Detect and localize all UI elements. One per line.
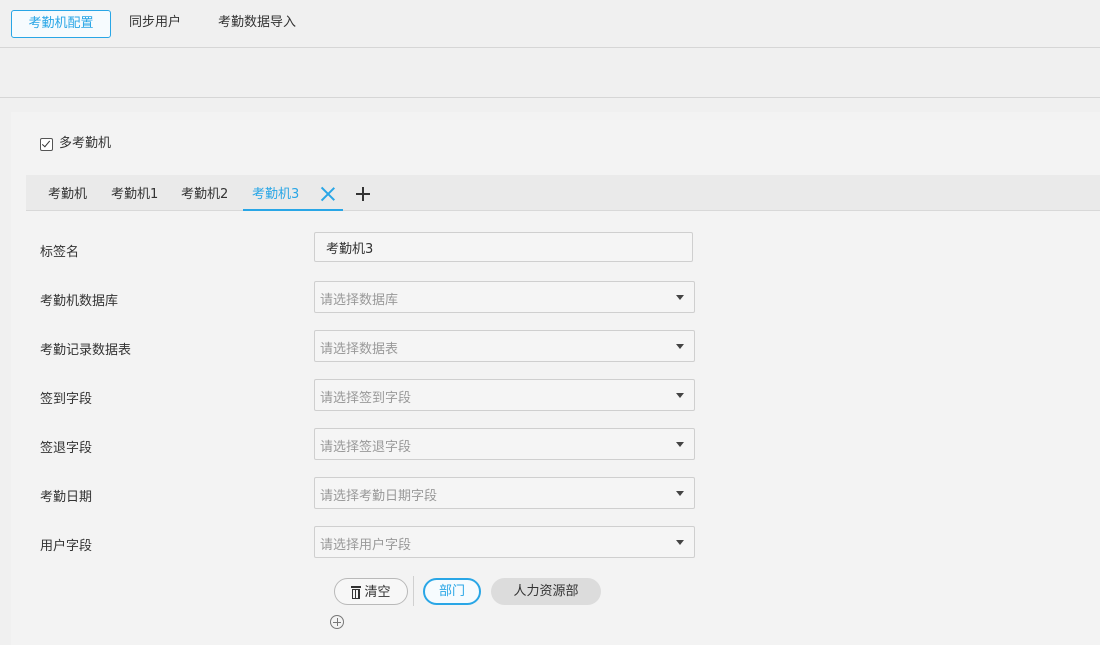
clear-label: 清空 <box>364 585 391 600</box>
table-placeholder: 请选择数据表 <box>320 342 399 357</box>
device-tabs: 考勤机 考勤机1 考勤机2 考勤机3 <box>26 175 1100 211</box>
add-circle-icon[interactable] <box>330 615 344 629</box>
caret-down-icon <box>676 442 684 447</box>
tab-sync-users[interactable]: 同步用户 <box>129 10 181 36</box>
caret-down-icon <box>676 295 684 300</box>
tag-name-label: 标签名 <box>40 245 80 260</box>
checkout-select[interactable]: 请选择签退字段 <box>314 428 695 460</box>
close-icon[interactable] <box>321 187 335 201</box>
device-tab-0[interactable]: 考勤机 <box>48 175 87 210</box>
date-label: 考勤日期 <box>40 490 93 505</box>
trash-icon <box>351 586 362 599</box>
multi-device-label: 多考勤机 <box>59 136 112 151</box>
divider <box>413 576 414 606</box>
checkin-label: 签到字段 <box>40 392 93 407</box>
caret-down-icon <box>676 344 684 349</box>
tag-name-field[interactable] <box>314 232 693 262</box>
date-select[interactable]: 请选择考勤日期字段 <box>314 477 695 509</box>
tag-name-input[interactable] <box>315 233 666 261</box>
checkout-placeholder: 请选择签退字段 <box>320 440 412 455</box>
department-tag[interactable]: 部门 <box>423 578 481 605</box>
checkout-label: 签退字段 <box>40 441 93 456</box>
device-tab-3[interactable]: 考勤机3 <box>243 175 343 211</box>
table-select[interactable]: 请选择数据表 <box>314 330 695 362</box>
clear-button[interactable]: 清空 <box>334 578 408 605</box>
date-placeholder: 请选择考勤日期字段 <box>320 489 438 504</box>
top-navigation: 考勤机配置 同步用户 考勤数据导入 <box>0 0 1100 48</box>
table-label: 考勤记录数据表 <box>40 343 132 358</box>
device-tab-1[interactable]: 考勤机1 <box>111 175 158 210</box>
caret-down-icon <box>676 393 684 398</box>
hr-department-tag[interactable]: 人力资源部 <box>491 578 601 605</box>
caret-down-icon <box>676 491 684 496</box>
plus-icon[interactable] <box>356 187 370 201</box>
tab-data-import[interactable]: 考勤数据导入 <box>218 10 296 36</box>
database-label: 考勤机数据库 <box>40 294 119 309</box>
device-tab-2[interactable]: 考勤机2 <box>181 175 228 210</box>
database-select[interactable]: 请选择数据库 <box>314 281 695 313</box>
device-tab-3-label: 考勤机3 <box>252 187 300 202</box>
checkin-select[interactable]: 请选择签到字段 <box>314 379 695 411</box>
checkin-placeholder: 请选择签到字段 <box>320 391 412 406</box>
user-placeholder: 请选择用户字段 <box>320 538 412 553</box>
user-label: 用户字段 <box>40 539 93 554</box>
database-placeholder: 请选择数据库 <box>320 293 399 308</box>
multi-device-checkbox[interactable] <box>40 137 53 151</box>
tab-device-config[interactable]: 考勤机配置 <box>11 10 111 38</box>
caret-down-icon <box>676 540 684 545</box>
toolbar-area <box>0 48 1100 98</box>
user-select[interactable]: 请选择用户字段 <box>314 526 695 558</box>
multi-device-option[interactable]: 多考勤机 <box>40 135 111 153</box>
